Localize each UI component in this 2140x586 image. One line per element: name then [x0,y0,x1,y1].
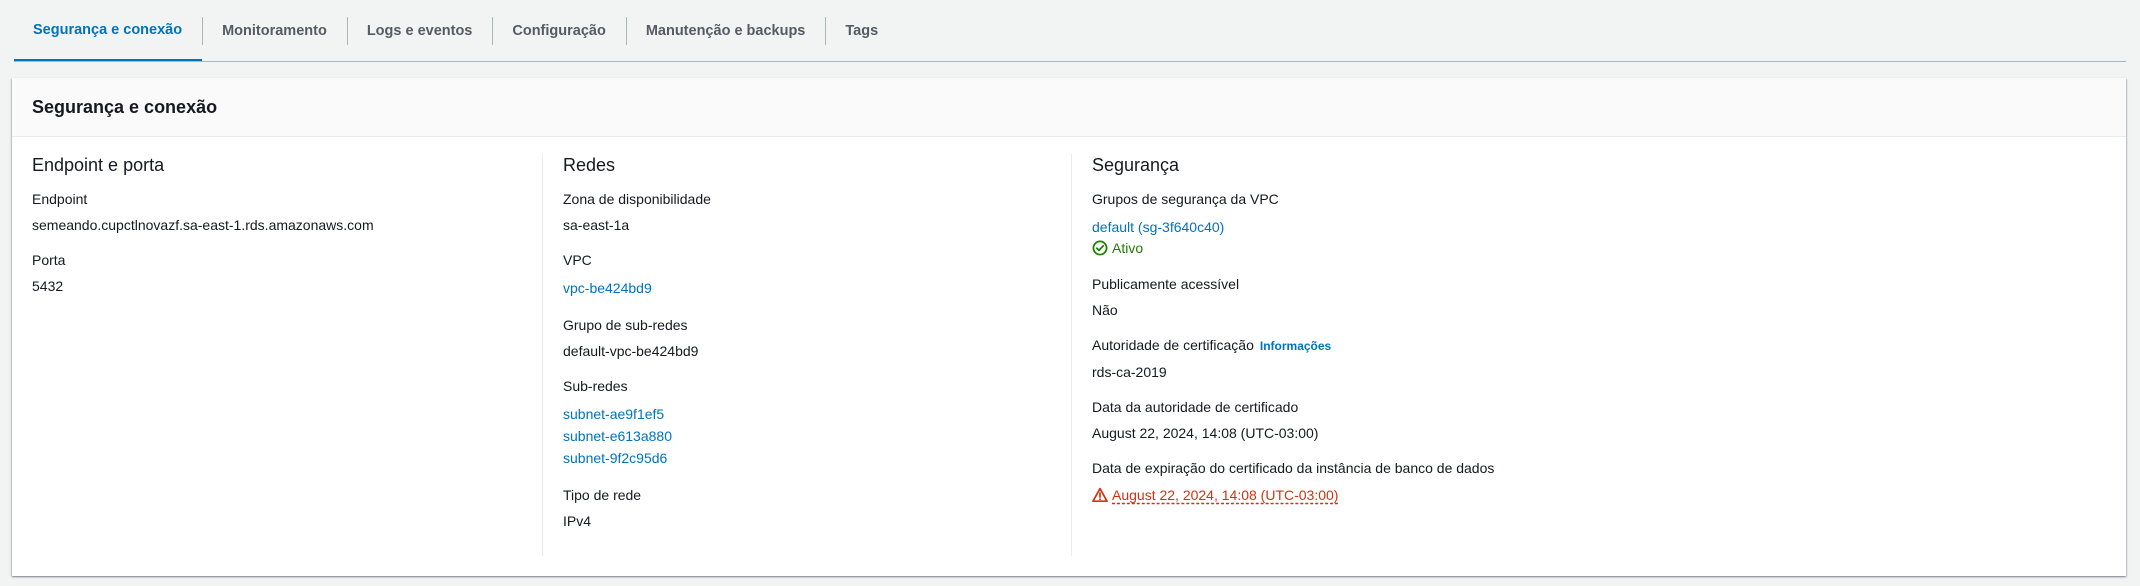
vpc-label: VPC [563,252,592,268]
availability-zone-value: sa-east-1a [563,217,630,233]
vpc-link[interactable]: vpc-be424bd9 [563,277,1051,299]
port-label: Porta [32,252,66,268]
tab-tags[interactable]: Tags [825,0,898,61]
certificate-authority-value: rds-ca-2019 [1092,364,1167,380]
subnet-link[interactable]: subnet-ae9f1ef5 [563,403,1051,425]
subnets-label: Sub-redes [563,378,628,394]
tab-security-connection[interactable]: Segurança e conexão [14,0,203,61]
panel-title: Segurança e conexão [12,78,2126,137]
warning-triangle-icon [1092,487,1108,503]
subnet-group-label: Grupo de sub-redes [563,317,688,333]
tab-bar: Segurança e conexão Monitoramento Logs e… [14,0,2126,62]
port-field: Porta 5432 [32,251,522,295]
subnet-link[interactable]: subnet-9f2c95d6 [563,447,1051,469]
endpoint-port-column: Endpoint e porta Endpoint semeando.cupct… [12,154,542,556]
info-link[interactable]: Informações [1260,339,1331,353]
cert-expiration-text: August 22, 2024, 14:08 (UTC-03:00) [1112,487,1339,503]
publicly-accessible-label: Publicamente acessível [1092,276,1240,292]
endpoint-port-heading: Endpoint e porta [32,155,165,175]
subnet-link[interactable]: subnet-e613a880 [563,425,1051,447]
vpc-security-groups-field: Grupos de segurança da VPC default (sg-3… [1092,190,2051,258]
tab-configuration[interactable]: Configuração [492,0,625,61]
cert-expiration-value[interactable]: August 22, 2024, 14:08 (UTC-03:00) [1092,485,2051,505]
availability-zone-label: Zona de disponibilidade [563,191,711,207]
availability-zone-field: Zona de disponibilidade sa-east-1a [563,190,1051,234]
ca-date-field: Data da autoridade de certificado August… [1092,398,2051,442]
tab-monitoring[interactable]: Monitoramento [202,0,347,61]
security-group-link[interactable]: default (sg-3f640c40) [1092,216,2051,238]
security-group-status: Ativo [1092,238,2051,258]
port-value: 5432 [32,278,64,294]
endpoint-field: Endpoint semeando.cupctlnovazf.sa-east-1… [32,190,522,234]
subnet-group-value: default-vpc-be424bd9 [563,343,699,359]
network-heading: Redes [563,155,616,175]
subnet-group-field: Grupo de sub-redes default-vpc-be424bd9 [563,316,1051,360]
network-type-field: Tipo de rede IPv4 [563,486,1051,530]
tab-maintenance-backups[interactable]: Manutenção e backups [625,0,826,61]
security-heading: Segurança [1092,155,1180,175]
security-connection-panel: Segurança e conexão Endpoint e porta End… [12,78,2126,576]
security-group-status-text: Ativo [1112,240,1144,256]
certificate-authority-label-text: Autoridade de certificação [1092,337,1254,353]
certificate-authority-label: Autoridade de certificação Informações [1092,336,2051,355]
ca-date-label: Data da autoridade de certificado [1092,399,1299,415]
security-column: Segurança Grupos de segurança da VPC def… [1071,154,2071,556]
publicly-accessible-value: Não [1092,302,1118,318]
tab-logs-events[interactable]: Logs e eventos [346,0,493,61]
vpc-field: VPC vpc-be424bd9 [563,251,1051,299]
network-type-label: Tipo de rede [563,487,642,503]
subnets-field: Sub-redes subnet-ae9f1ef5 subnet-e613a88… [563,377,1051,469]
cert-expiration-label: Data de expiração do certificado da inst… [1092,460,1495,476]
cert-expiration-field: Data de expiração do certificado da inst… [1092,459,2051,505]
endpoint-value: semeando.cupctlnovazf.sa-east-1.rds.amaz… [32,217,374,233]
endpoint-label: Endpoint [32,191,88,207]
publicly-accessible-field: Publicamente acessível Não [1092,275,2051,319]
details-columns: Endpoint e porta Endpoint semeando.cupct… [12,137,2126,556]
certificate-authority-field: Autoridade de certificação Informações rd… [1092,336,2051,381]
vpc-security-groups-label: Grupos de segurança da VPC [1092,191,1279,207]
ca-date-value: August 22, 2024, 14:08 (UTC-03:00) [1092,425,1319,441]
check-circle-icon [1092,240,1108,256]
network-type-value: IPv4 [563,513,592,529]
network-column: Redes Zona de disponibilidade sa-east-1a… [542,154,1071,556]
